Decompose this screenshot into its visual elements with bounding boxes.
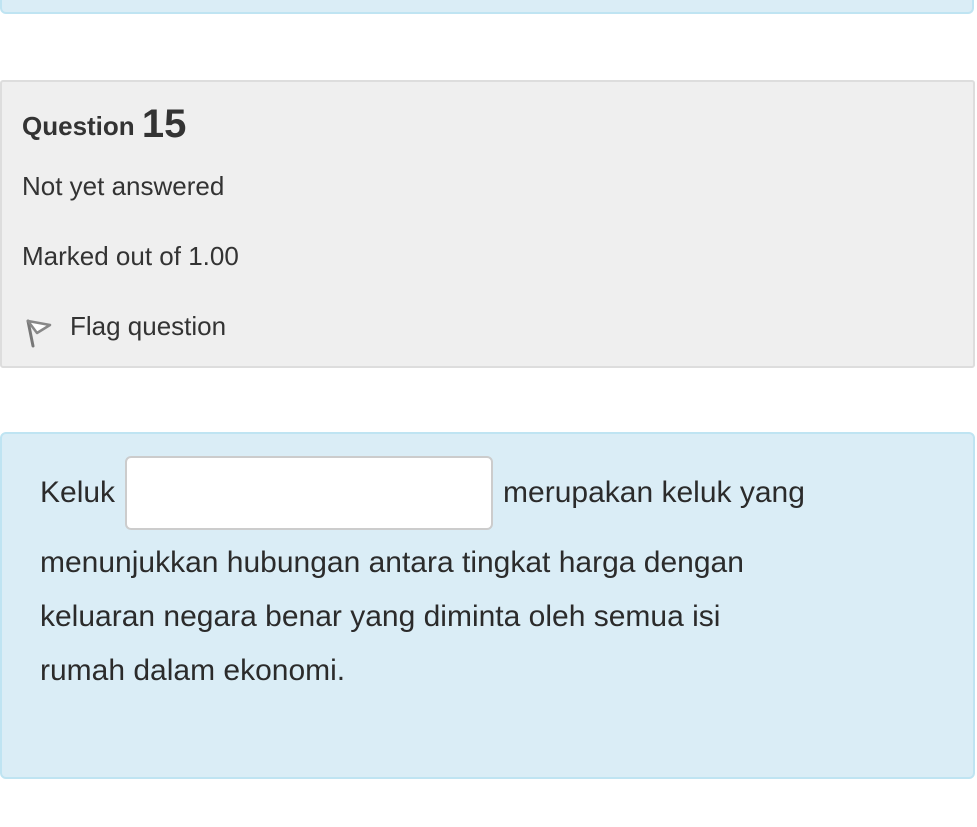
flag-question-label[interactable]: Flag question: [70, 310, 226, 342]
question-state: Not yet answered: [22, 171, 225, 201]
question-number: 15: [141, 102, 187, 146]
question-grade: Marked out of 1.00: [22, 241, 239, 271]
question-text-line-2: menunjukkan hubungan antara tingkat harg…: [40, 546, 744, 579]
answer-input[interactable]: [125, 456, 494, 530]
flag-icon[interactable]: [26, 316, 54, 350]
question-label: Question: [22, 111, 135, 141]
question-text-line-3: keluaran negara benar yang diminta oleh …: [40, 600, 721, 633]
question-text-line-1: Keluk merupakan keluk yang: [40, 456, 920, 530]
question-content-panel: Keluk merupakan keluk yang menunjukkan h…: [0, 432, 975, 779]
text-after-blank: merupakan keluk yang: [503, 476, 805, 509]
text-before-blank: Keluk: [40, 476, 116, 509]
question-info-panel: Question 15 Not yet answered Marked out …: [0, 80, 975, 368]
question-text-line-4: rumah dalam ekonomi.: [40, 654, 346, 687]
question-text: Keluk merupakan keluk yang menunjukkan h…: [40, 456, 920, 698]
previous-question-panel: [0, 0, 974, 14]
question-title: Question 15: [22, 104, 186, 146]
